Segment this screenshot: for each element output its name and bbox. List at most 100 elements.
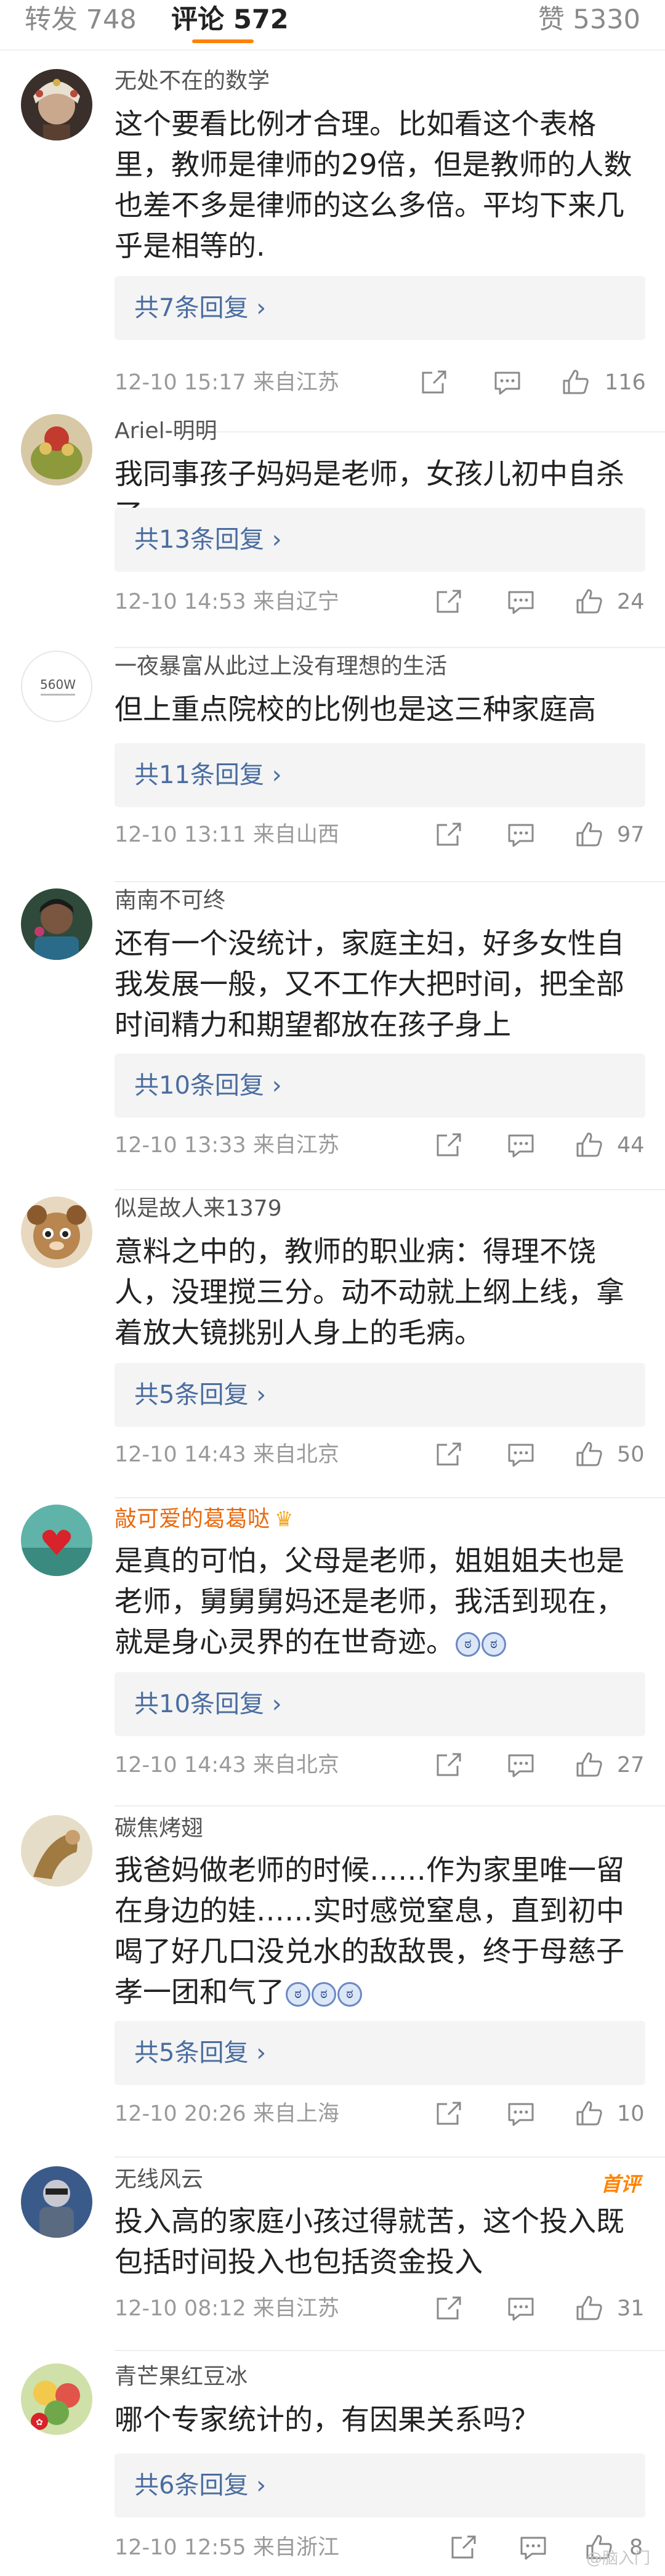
username[interactable]: 无处不在的数学 [115,67,270,96]
comment-meta: 12-10 14:53 来自辽宁 [115,590,339,614]
active-tab-indicator [192,39,254,43]
divider [115,1189,665,1190]
replies-label: 共10条回复 › [134,1071,282,1100]
first-comment-badge: 首评 [600,2172,640,2196]
tab-repost[interactable]: 转发 748 [25,0,137,39]
comment-text: 但上重点院校的比例也是这三种家庭高 [115,693,596,726]
divider [0,49,665,51]
like-count: 24 [617,590,645,614]
divider [115,1805,665,1806]
comment-meta: 12-10 08:12 来自江苏 [115,2296,339,2321]
avatar[interactable]: 560W [21,651,92,722]
username[interactable]: 似是故人来1379 [115,1194,282,1224]
like-count: 31 [617,2296,645,2321]
comment-meta: 12-10 14:43 来自北京 [115,1753,339,1778]
comment-meta: 12-10 14:43 来自北京 [115,1442,339,1467]
like-count: 97 [617,823,645,847]
avatar[interactable]: ✿ [21,2363,92,2435]
comment-text: 投入高的家庭小孩过得就苦，这个投入既包括时间投入也包括资金投入 [115,2204,624,2278]
thumbs-up-icon[interactable] [575,588,603,615]
comment-meta: 12-10 15:17 来自江苏 [115,370,339,395]
share-icon[interactable] [435,1752,463,1778]
share-icon[interactable] [435,822,463,848]
share-icon[interactable] [435,589,463,615]
divider [115,1497,665,1498]
avatar[interactable] [21,414,92,486]
replies-link[interactable]: 共5条回复 › [115,1363,645,1427]
username[interactable]: Ariel-明明 [115,416,217,446]
thumbs-up-icon[interactable] [575,1751,603,1778]
share-icon[interactable] [435,1132,463,1158]
avatar[interactable] [21,1815,92,1887]
username[interactable]: 南南不可终 [115,886,225,916]
comment-meta: 12-10 20:26 来自上海 [115,2102,339,2126]
thumbs-up-icon[interactable] [575,821,603,848]
username[interactable]: 碳焦烤翅 [115,1814,203,1843]
replies-link[interactable]: 共6条回复 › [115,2453,645,2517]
comment-text: 我爸妈做老师的时候……作为家里唯一留在身边的娃……实时感觉窒息，直到初中喝了好几… [115,1850,644,2012]
username[interactable]: 一夜暴富从此过上没有理想的生活 [115,652,447,681]
like-count: 50 [617,1442,645,1467]
like-count: 10 [617,2102,645,2126]
comment-icon[interactable] [506,1442,536,1468]
comment-icon[interactable] [506,1132,536,1158]
comment-icon[interactable] [518,2535,548,2561]
replies-link[interactable]: 共5条回复 › [115,2021,645,2085]
avatar[interactable] [21,69,92,140]
share-icon[interactable] [420,370,448,396]
tab-comment[interactable]: 评论 572 [171,0,289,39]
replies-link[interactable]: 共10条回复 › [115,1672,645,1736]
emoji-icon: ಠ [312,1981,336,2007]
avatar[interactable] [21,2166,92,2238]
emoji-icon: ಠ [337,1981,362,2007]
replies-label: 共6条回复 › [134,2471,267,2500]
comment-text: 这个要看比例才合理。比如看这个表格里，教师是律师的29倍，但是教师的人数也差不多… [115,107,632,262]
divider [115,881,665,882]
comment-icon[interactable] [493,370,522,396]
watermark: @脑入门 [586,2550,650,2568]
svg-text:✿: ✿ [36,2418,43,2428]
replies-label: 共5条回复 › [134,1381,267,1409]
comment-text-content: 是真的可怕，父母是老师，姐姐姐夫也是老师，舅舅舅妈还是老师，我活到现在，就是身心… [115,1544,624,1659]
comment-icon[interactable] [506,2101,536,2127]
username-text: 敲可爱的葛葛哒 [115,1506,270,1532]
avatar[interactable] [21,888,92,960]
share-icon[interactable] [435,1442,463,1468]
like-count: 27 [617,1753,645,1778]
username[interactable]: 无线风云 [115,2165,203,2195]
avatar-text: 560W [40,677,76,692]
comment-text: 意料之中的，教师的职业病：得理不饶人，没理搅三分。动不动就上纲上线，拿着放大镜挑… [115,1235,624,1349]
replies-label: 共7条回复 › [134,294,267,322]
comment-icon[interactable] [506,2296,536,2322]
replies-link[interactable]: 共11条回复 › [115,743,645,807]
share-icon[interactable] [449,2535,478,2561]
username[interactable]: 青芒果红豆冰 [115,2362,248,2392]
avatar[interactable] [21,1197,92,1268]
share-icon[interactable] [435,2101,463,2127]
crown-icon: ♛ [275,1507,294,1532]
thumbs-up-icon[interactable] [562,368,590,396]
avatar[interactable] [21,1505,92,1576]
tab-like[interactable]: 赞 5330 [538,0,640,39]
emoji-icon: ಠ [286,1981,310,2007]
comment-text: 哪个专家统计的，有因果关系吗？ [115,2403,539,2436]
replies-link[interactable]: 共7条回复 › [115,276,645,340]
replies-label: 共5条回复 › [134,2039,267,2067]
username[interactable]: 敲可爱的葛葛哒 ♛ [115,1505,294,1534]
thumbs-up-icon[interactable] [575,2100,603,2127]
replies-link[interactable]: 共13条回复 › [115,508,645,572]
replies-label: 共13条回复 › [134,526,282,554]
comment-icon[interactable] [506,1752,536,1778]
comment-meta: 12-10 13:11 来自山西 [115,823,339,847]
replies-link[interactable]: 共10条回复 › [115,1054,645,1118]
thumbs-up-icon[interactable] [575,1131,603,1158]
divider [115,2156,665,2158]
divider [115,647,665,648]
thumbs-up-icon[interactable] [575,1440,603,1468]
like-count: 116 [605,370,646,395]
comment-icon[interactable] [506,589,536,615]
comment-text-content: 我爸妈做老师的时候……作为家里唯一留在身边的娃……实时感觉窒息，直到初中喝了好几… [115,1853,624,2009]
share-icon[interactable] [435,2296,463,2322]
comment-icon[interactable] [506,822,536,848]
thumbs-up-icon[interactable] [575,2294,603,2322]
